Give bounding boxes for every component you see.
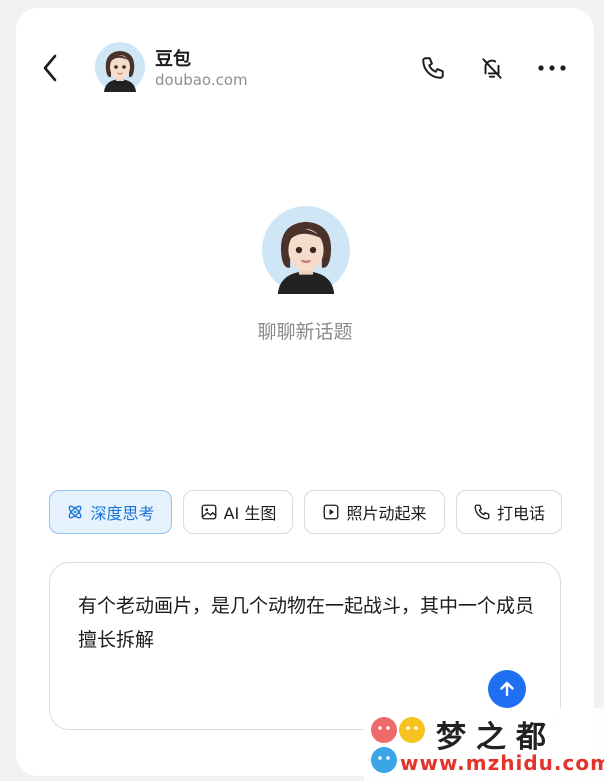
watermark-text: 梦之都 (436, 720, 556, 755)
chip-ai-image[interactable]: AI 生图 (183, 490, 293, 534)
chat-subtitle: doubao.com (155, 71, 248, 89)
image-icon (200, 503, 218, 521)
bell-mute-icon (482, 58, 502, 79)
phone-icon (422, 57, 444, 79)
chip-label: 深度思考 (90, 504, 155, 523)
more-button[interactable] (537, 53, 567, 83)
chat-window: 豆包 doubao.com 聊聊新话题 深度思考 AI 生图 照片动起来 打电话… (16, 8, 594, 776)
watermark: 梦之都 www.mzhidu.com (364, 708, 604, 781)
more-icon (538, 65, 566, 71)
bot-avatar-large (262, 206, 350, 294)
send-button[interactable] (488, 670, 526, 708)
atom-icon (66, 503, 84, 521)
chip-label: AI 生图 (223, 504, 277, 523)
chip-animate-photo[interactable]: 照片动起来 (304, 490, 445, 534)
chip-label: 打电话 (496, 504, 545, 523)
play-icon (322, 503, 340, 521)
watermark-url: www.mzhidu.com (400, 751, 604, 775)
back-button[interactable] (38, 52, 62, 84)
message-input[interactable]: 有个老动画片，是几个动物在一起战斗，其中一个成员擅长拆解 (49, 562, 561, 730)
chip-deep-thinking[interactable]: 深度思考 (49, 490, 172, 534)
call-button[interactable] (418, 53, 448, 83)
phone-icon (473, 503, 491, 521)
mute-button[interactable] (477, 53, 507, 83)
avatar[interactable] (95, 42, 145, 92)
chevron-left-icon (43, 54, 57, 82)
chip-call[interactable]: 打电话 (456, 490, 562, 534)
arrow-up-icon (500, 681, 514, 697)
chat-name: 豆包 (155, 49, 191, 70)
message-input-text[interactable]: 有个老动画片，是几个动物在一起战斗，其中一个成员擅长拆解 (78, 589, 538, 657)
chip-label: 照片动起来 (346, 504, 427, 523)
new-topic-title: 聊聊新话题 (257, 321, 353, 343)
